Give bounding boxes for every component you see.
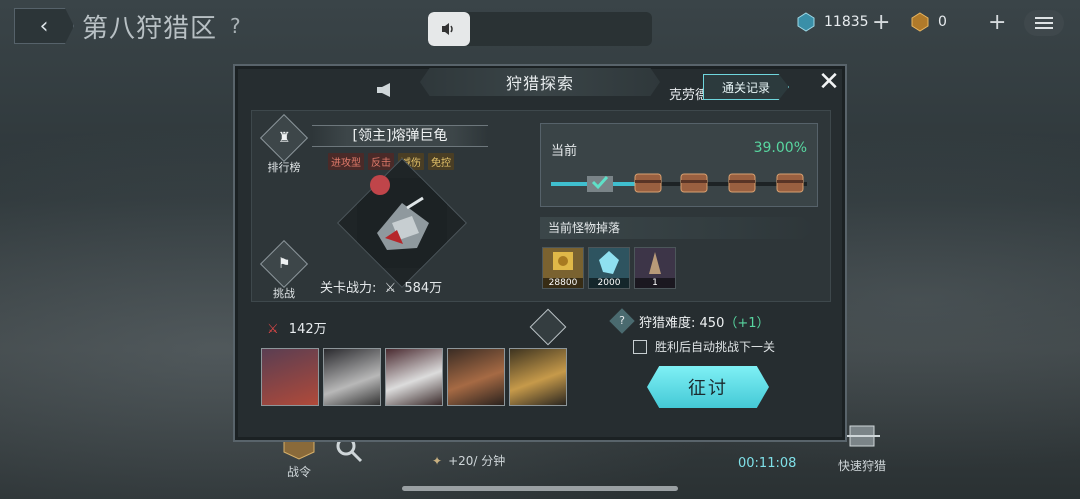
partner-name: 克劳德 bbox=[669, 88, 709, 103]
chest-icon[interactable] bbox=[727, 170, 757, 194]
drop-count: 1 bbox=[635, 278, 675, 288]
currency1-value: 11835 bbox=[824, 14, 869, 30]
add-currency1-button[interactable]: + bbox=[872, 10, 890, 35]
boss-name: [领主]熔弹巨龟 bbox=[312, 125, 488, 147]
drop-item-crystal[interactable]: 2000 bbox=[588, 247, 630, 289]
help-button[interactable]: ? bbox=[230, 14, 241, 38]
drop-item-shell[interactable]: 1 bbox=[634, 247, 676, 289]
back-arrow-icon: ‹ bbox=[39, 13, 49, 39]
quick-hunt-icon bbox=[844, 425, 880, 447]
income-rate: ✦ +20/ 分钟 bbox=[432, 453, 506, 469]
add-currency2-button[interactable]: + bbox=[988, 10, 1006, 35]
drop-count: 28800 bbox=[543, 278, 583, 288]
stage-power-value: 584万 bbox=[404, 281, 443, 296]
drop-item-gold[interactable]: 28800 bbox=[542, 247, 584, 289]
team-power-value: 142万 bbox=[288, 322, 327, 337]
hero-slot-2[interactable] bbox=[323, 348, 381, 406]
hero-slot-3[interactable] bbox=[385, 348, 443, 406]
boss-tag: 免控 bbox=[428, 153, 454, 170]
gold-hex-icon bbox=[911, 12, 929, 32]
clear-record-button[interactable]: 通关记录 bbox=[703, 74, 789, 100]
hunt-progress-panel: 当前 39.00% bbox=[540, 123, 818, 207]
speaker-icon[interactable] bbox=[428, 12, 470, 46]
team-power: ⚔ 142万 bbox=[267, 318, 327, 337]
challenge-button[interactable]: ⚑ 挑战 bbox=[259, 239, 309, 305]
leaderboard-button[interactable]: ♜ 排行榜 bbox=[259, 113, 309, 179]
gear-icon: ✦ bbox=[432, 453, 443, 468]
menu-button[interactable] bbox=[1024, 10, 1064, 36]
hero-slot-4[interactable] bbox=[447, 348, 505, 406]
home-indicator bbox=[402, 486, 678, 491]
dialog-title: 狩猎探索 bbox=[420, 68, 660, 96]
megaphone-icon[interactable] bbox=[375, 82, 397, 98]
volume-slider[interactable] bbox=[428, 12, 652, 46]
hero-slot-5[interactable] bbox=[509, 348, 567, 406]
auto-next-label: 胜利后自动挑战下一关 bbox=[655, 340, 776, 354]
hero-slot-1[interactable] bbox=[261, 348, 319, 406]
currency-coin: 0 bbox=[910, 12, 947, 32]
attack-button[interactable]: 征讨 bbox=[647, 366, 769, 408]
drill-shell-icon bbox=[649, 252, 661, 274]
quick-hunt-label: 快速狩猎 bbox=[837, 459, 886, 473]
gold-medal-icon bbox=[553, 252, 573, 270]
boss-tag: 反击 bbox=[368, 153, 394, 170]
chest-icon[interactable] bbox=[775, 170, 805, 194]
boss-badge-icon bbox=[370, 175, 390, 195]
progress-value: 39.00% bbox=[753, 140, 807, 156]
timer: 00:11:08 bbox=[738, 456, 797, 471]
progress-label: 当前 bbox=[551, 144, 578, 159]
crossed-swords-icon: ⚔ bbox=[384, 281, 397, 296]
drop-count: 2000 bbox=[589, 278, 629, 288]
difficulty-bonus: （+1） bbox=[724, 316, 770, 331]
close-icon[interactable]: ✕ bbox=[815, 68, 843, 96]
flag-icon: ⚑ bbox=[277, 256, 291, 272]
battlepass-label: 战令 bbox=[286, 465, 311, 479]
blue-gem-icon bbox=[797, 12, 815, 32]
hunt-difficulty: 狩猎难度: 450（+1） bbox=[639, 316, 770, 331]
back-button[interactable]: ‹ bbox=[14, 8, 74, 44]
currency-diamond: 11835 bbox=[796, 12, 869, 32]
trophy-icon: ♜ bbox=[277, 130, 291, 146]
stage-power: 关卡战力: ⚔ 584万 bbox=[320, 281, 443, 296]
drops-header: 当前怪物掉落 bbox=[540, 217, 816, 239]
auto-next-checkbox[interactable] bbox=[633, 340, 647, 354]
team-power-icon: ⚔ bbox=[267, 322, 279, 337]
chest-icon[interactable] bbox=[679, 170, 709, 194]
edit-team-button[interactable] bbox=[529, 308, 567, 346]
zone-title: 第八狩猎区 bbox=[82, 14, 218, 44]
boss-tag: 进攻型 bbox=[328, 153, 364, 170]
boss-portrait[interactable] bbox=[336, 157, 468, 289]
blue-crystal-icon bbox=[599, 251, 619, 274]
currency2-value: 0 bbox=[938, 14, 947, 30]
difficulty-help-icon[interactable]: ? bbox=[609, 308, 635, 334]
hunt-explore-dialog: 狩猎探索 克劳德 通关记录 ✕ ♜ 排行榜 ⚑ 挑战 [领主]熔弹巨龟 进攻型反… bbox=[233, 64, 847, 442]
chest-icon[interactable] bbox=[633, 170, 663, 194]
difficulty-value: 450 bbox=[699, 316, 725, 331]
boss-info-panel: ♜ 排行榜 ⚑ 挑战 [领主]熔弹巨龟 进攻型 反击 减伤 免控 关卡战力: ⚔ 58… bbox=[251, 110, 831, 302]
chest-claimed-icon[interactable] bbox=[585, 170, 615, 194]
